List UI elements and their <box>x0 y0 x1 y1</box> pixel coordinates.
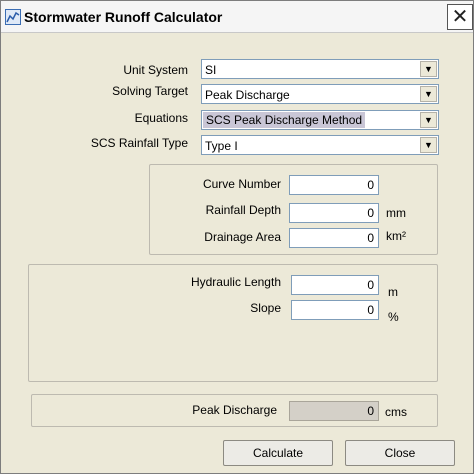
solving-target-label: Solving Target <box>112 84 188 98</box>
title-bar: Stormwater Runoff Calculator ✕ <box>1 1 473 33</box>
slope-input[interactable]: 0 <box>291 300 379 320</box>
peak-discharge-unit: cms <box>385 405 407 419</box>
chevron-down-icon[interactable]: ▼ <box>420 112 437 128</box>
rainfall-depth-input[interactable]: 0 <box>289 203 379 223</box>
unit-system-value: SI <box>205 63 217 77</box>
rainfall-type-label: SCS Rainfall Type <box>90 136 188 150</box>
slope-unit: % <box>388 310 399 324</box>
close-icon: ✕ <box>451 6 469 28</box>
drainage-area-label: Drainage Area <box>204 230 281 244</box>
slope-label: Slope <box>250 301 281 315</box>
drainage-area-input[interactable]: 0 <box>289 228 379 248</box>
hydraulic-length-label: Hydraulic Length <box>190 275 281 289</box>
hydraulic-length-input[interactable]: 0 <box>291 275 379 295</box>
chevron-down-icon[interactable]: ▼ <box>420 137 437 153</box>
rainfall-type-select[interactable]: Type I ▼ <box>201 135 439 155</box>
solving-target-select[interactable]: Peak Discharge ▼ <box>201 84 439 104</box>
curve-number-input[interactable]: 0 <box>289 175 379 195</box>
rainfall-depth-label: Rainfall Depth <box>205 203 281 217</box>
solving-target-value: Peak Discharge <box>205 88 290 102</box>
peak-discharge-label: Peak Discharge <box>192 403 277 417</box>
equations-value: SCS Peak Discharge Method <box>203 112 366 128</box>
rainfall-type-value: Type I <box>205 139 238 153</box>
window-title: Stormwater Runoff Calculator <box>24 9 223 25</box>
app-chart-icon <box>5 9 21 25</box>
chevron-down-icon[interactable]: ▼ <box>420 61 437 77</box>
unit-system-select[interactable]: SI ▼ <box>201 59 439 79</box>
rainfall-depth-unit: mm <box>386 206 406 220</box>
curve-number-label: Curve Number <box>202 177 281 191</box>
unit-system-label: Unit System <box>123 63 188 77</box>
close-button[interactable]: Close <box>345 440 455 466</box>
peak-discharge-output: 0 <box>289 401 379 421</box>
equations-label: Equations <box>134 111 188 125</box>
equations-select[interactable]: SCS Peak Discharge Method ▼ <box>201 110 439 130</box>
hydraulic-length-unit: m <box>388 285 398 299</box>
window-close-button[interactable]: ✕ <box>447 4 473 30</box>
calculate-button[interactable]: Calculate <box>223 440 333 466</box>
calculator-window: Stormwater Runoff Calculator ✕ Unit Syst… <box>0 0 474 474</box>
drainage-area-unit: km² <box>386 229 406 243</box>
chevron-down-icon[interactable]: ▼ <box>420 86 437 102</box>
